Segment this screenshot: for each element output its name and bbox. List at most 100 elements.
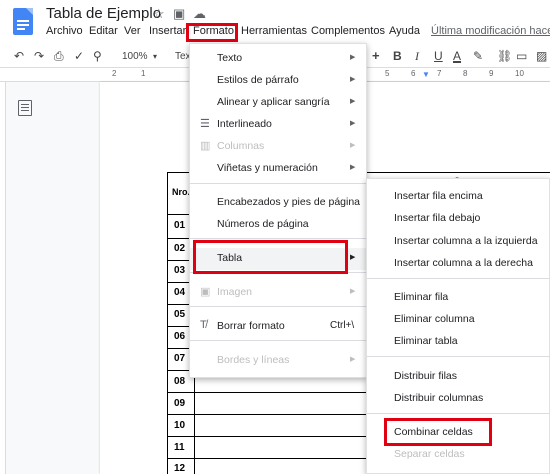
redo-icon[interactable]: ↷: [34, 49, 44, 63]
submenu-item-label: Eliminar tabla: [394, 335, 458, 347]
submenu-arrow-icon: ▶: [350, 288, 356, 295]
menu-item-imagen[interactable]: ▣ Imagen ▶: [190, 282, 368, 304]
star-icon[interactable]: ☆: [153, 6, 165, 22]
menu-item-label: Bordes y líneas: [217, 354, 290, 366]
table-cell: 12: [174, 463, 186, 474]
ruler-number: 1: [141, 69, 146, 78]
menu-item-encabezados[interactable]: Encabezados y pies de página: [190, 192, 368, 214]
vertical-ruler[interactable]: [0, 82, 6, 474]
underline-button[interactable]: U: [434, 49, 443, 63]
menu-item-shortcut: Ctrl+\: [330, 320, 355, 331]
move-folder-icon[interactable]: ▣: [173, 6, 185, 22]
image-icon: ▣: [200, 286, 211, 298]
insert-link-icon[interactable]: ⛓: [497, 49, 512, 63]
menu-separator: [190, 238, 368, 239]
menu-item-texto[interactable]: Texto ▶: [190, 48, 368, 70]
menu-ayuda[interactable]: Ayuda: [389, 25, 420, 37]
menu-item-alinear[interactable]: Alinear y aplicar sangría ▶: [190, 92, 368, 114]
insert-image-icon[interactable]: ▨: [536, 49, 547, 63]
document-title[interactable]: Tabla de Ejemplo: [46, 5, 161, 22]
table-cell: 09: [174, 398, 186, 409]
submenu-item-separar-celdas[interactable]: Separar celdas: [367, 444, 550, 466]
submenu-arrow-icon: ▶: [350, 356, 356, 363]
tabla-highlight-box: [193, 240, 348, 274]
last-edit-link[interactable]: Última modificación hace un: [431, 25, 550, 37]
menu-item-label: Columnas: [217, 140, 265, 152]
menu-insertar[interactable]: Insertar: [149, 25, 186, 37]
menu-item-label: Números de página: [217, 218, 309, 230]
increase-font-button[interactable]: +: [372, 48, 380, 63]
menu-item-label: Alinear y aplicar sangría: [217, 96, 330, 108]
menu-ver[interactable]: Ver: [124, 25, 141, 37]
submenu-item-label: Eliminar columna: [394, 313, 475, 325]
title-bar: Tabla de Ejemplo ☆ ▣ ☁ Archivo Editar Ve…: [0, 0, 550, 46]
submenu-item-label: Distribuir filas: [394, 370, 458, 382]
add-comment-icon[interactable]: ▭: [516, 49, 527, 63]
zoom-dropdown-icon[interactable]: ▾: [153, 52, 157, 61]
table-cell: 11: [174, 442, 185, 453]
italic-button[interactable]: I: [415, 49, 419, 64]
submenu-arrow-icon: ▶: [350, 54, 356, 61]
menu-item-label: Viñetas y numeración: [217, 162, 318, 174]
submenu-item-label: Distribuir columnas: [394, 392, 484, 404]
text-color-button[interactable]: A: [453, 49, 461, 63]
submenu-arrow-icon: ▶: [350, 164, 356, 171]
submenu-item-distribuir-filas[interactable]: Distribuir filas: [367, 366, 550, 388]
print-icon[interactable]: ⎙: [54, 49, 64, 64]
ruler-number: 5: [385, 69, 390, 78]
highlight-color-icon[interactable]: ✎: [473, 49, 483, 63]
menu-item-vinetas[interactable]: Viñetas y numeración ▶: [190, 158, 368, 180]
menu-item-label: Estilos de párrafo: [217, 74, 299, 86]
zoom-select[interactable]: 100%: [122, 51, 148, 62]
menu-editar[interactable]: Editar: [89, 25, 118, 37]
submenu-item-distribuir-columnas[interactable]: Distribuir columnas: [367, 388, 550, 410]
submenu-arrow-icon: ▶: [350, 142, 356, 149]
menu-complementos[interactable]: Complementos: [311, 25, 385, 37]
submenu-item-eliminar-tabla[interactable]: Eliminar tabla: [367, 331, 550, 353]
submenu-item-insertar-columna-izquierda[interactable]: Insertar columna a la izquierda: [367, 231, 550, 253]
ruler-number: 2: [112, 69, 117, 78]
submenu-item-insertar-columna-derecha[interactable]: Insertar columna a la derecha: [367, 253, 550, 275]
table-cell: 10: [174, 420, 186, 431]
menu-item-bordes-lineas[interactable]: Bordes y líneas ▶: [190, 350, 368, 372]
line-spacing-icon: ☰: [200, 118, 210, 130]
menu-item-label: Encabezados y pies de página: [217, 196, 361, 208]
menu-herramientas[interactable]: Herramientas: [241, 25, 307, 37]
menu-item-estilos-parrafo[interactable]: Estilos de párrafo ▶: [190, 70, 368, 92]
submenu-item-insertar-fila-encima[interactable]: Insertar fila encima: [367, 186, 550, 208]
submenu-arrow-icon: ▶: [350, 120, 356, 127]
indent-marker-icon[interactable]: ▼: [422, 70, 430, 79]
menu-separator: [190, 306, 368, 307]
ruler-number: 8: [463, 69, 468, 78]
submenu-item-label: Insertar columna a la izquierda: [394, 235, 538, 247]
submenu-separator: [367, 278, 550, 279]
cloud-status-icon[interactable]: ☁: [193, 6, 206, 22]
paint-format-icon[interactable]: ⚲: [93, 49, 102, 63]
menu-item-label: Interlineado: [217, 118, 272, 130]
submenu-item-label: Insertar fila encima: [394, 190, 483, 202]
ruler-number: 6: [411, 69, 416, 78]
menu-item-numeros-pagina[interactable]: Números de página: [190, 214, 368, 236]
submenu-arrow-icon: ▶: [350, 98, 356, 105]
google-docs-logo-icon[interactable]: [13, 8, 33, 35]
document-outline-icon[interactable]: [18, 100, 32, 116]
spellcheck-icon[interactable]: ✓: [74, 49, 84, 63]
menu-item-interlineado[interactable]: ☰ Interlineado ▶: [190, 114, 368, 136]
bold-button[interactable]: B: [393, 49, 402, 63]
menu-item-columnas[interactable]: ▥ Columnas ▶: [190, 136, 368, 158]
menu-item-label: Texto: [217, 52, 243, 64]
menu-item-borrar-formato[interactable]: T̸ Borrar formato Ctrl+\: [190, 316, 368, 338]
formato-highlight-box: [186, 23, 238, 42]
menu-separator: [190, 183, 368, 184]
submenu-item-insertar-fila-debajo[interactable]: Insertar fila debajo: [367, 208, 550, 230]
submenu-item-label: Insertar columna a la derecha: [394, 257, 533, 269]
menu-separator: [190, 340, 368, 341]
submenu-item-eliminar-fila[interactable]: Eliminar fila: [367, 287, 550, 309]
columns-icon: ▥: [200, 140, 211, 152]
undo-icon[interactable]: ↶: [14, 49, 24, 63]
ruler-number: 9: [489, 69, 494, 78]
submenu-item-eliminar-columna[interactable]: Eliminar columna: [367, 309, 550, 331]
submenu-arrow-icon: ▶: [350, 76, 356, 83]
submenu-arrow-icon: ▶: [350, 254, 356, 261]
menu-archivo[interactable]: Archivo: [46, 25, 83, 37]
